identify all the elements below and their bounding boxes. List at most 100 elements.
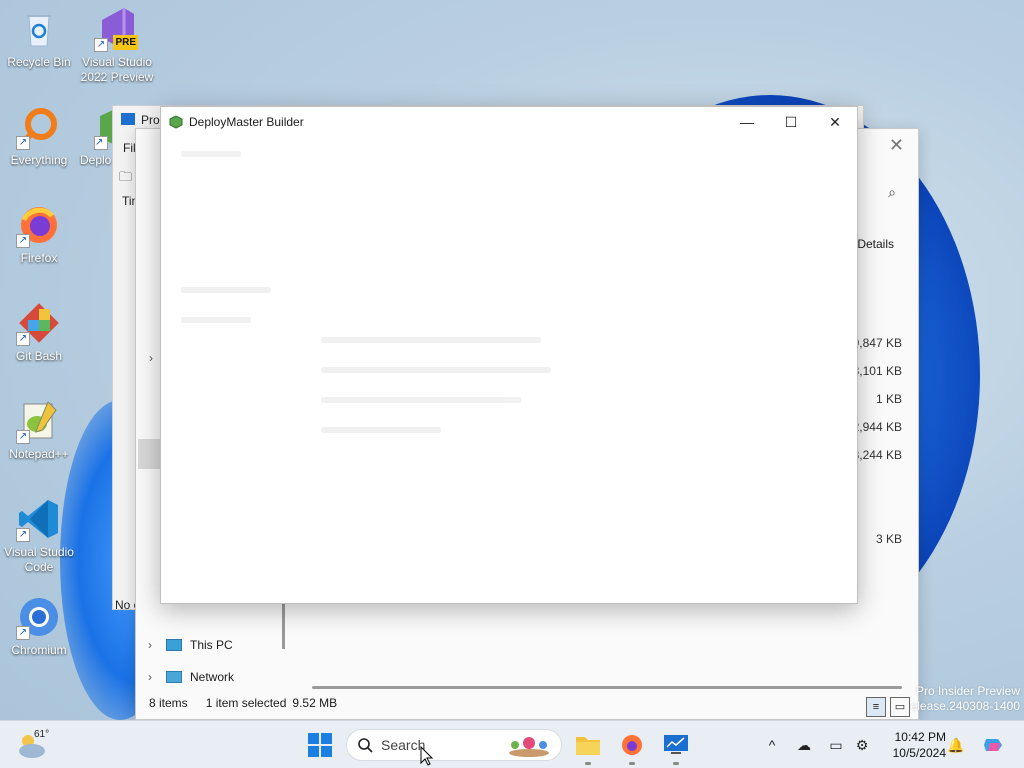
search-highlight-icon (509, 737, 549, 757)
onedrive-offline-icon[interactable]: ☁ (794, 735, 814, 755)
watermark-line: Pro Insider Preview (915, 684, 1020, 698)
system-clock[interactable]: 10:42 PM 10/5/2024 (884, 729, 946, 761)
start-button[interactable] (306, 731, 334, 759)
folder-icon (576, 737, 600, 755)
app-window-icon (121, 113, 135, 125)
desktop-icon-vscode[interactable]: ↗ Visual Studio Code (0, 496, 78, 575)
desktop-icon-recycle-bin[interactable]: Recycle Bin (0, 6, 78, 70)
desktop-icon-label: Firefox (20, 251, 58, 265)
desktop-icon-label: Visual Studio 2022 Preview (80, 55, 154, 84)
selection-size: 9.52 MB (292, 696, 338, 710)
vscode-icon: ↗ (16, 496, 62, 542)
running-indicator (585, 762, 591, 765)
desktop-icon-label: Git Bash (15, 349, 63, 363)
preview-badge: PRE (113, 35, 138, 50)
minimize-icon: — (740, 114, 754, 130)
desktop-icon-firefox[interactable]: ↗ Firefox (0, 202, 78, 266)
desktop-icon-label: Notepad++ (9, 447, 69, 461)
details-view-icon[interactable]: ≡ (866, 697, 886, 717)
desktop-icon-deploymaster[interactable]: ↗ Deplo (78, 104, 112, 168)
background-window-menu[interactable]: Fil (123, 141, 136, 155)
shortcut-arrow-icon: ↗ (16, 136, 30, 150)
explorer-navigation-pane: › This PC › Network (136, 629, 286, 693)
desktop-icon-label: Deplo (80, 153, 112, 167)
running-indicator (673, 762, 679, 765)
speaker-settings-icon[interactable]: ⚙ (852, 735, 872, 755)
shortcut-arrow-icon: ↗ (16, 430, 30, 444)
monitor-chart-icon (664, 735, 688, 754)
minimize-button[interactable]: — (725, 107, 769, 137)
selection-count: 1 item selected (205, 696, 287, 710)
clock-date: 10/5/2024 (892, 746, 946, 760)
notepad-plus-plus-icon: ↗ (16, 398, 62, 444)
item-count: 8 items (149, 696, 188, 710)
taskbar-file-explorer[interactable] (572, 729, 604, 765)
close-icon: ✕ (829, 113, 841, 130)
desktop-icon-everything[interactable]: ↗ Everything (0, 104, 78, 168)
close-button[interactable]: ✕ (813, 107, 857, 137)
copilot-icon (984, 739, 1002, 751)
everything-search-icon: ↗ (16, 104, 62, 150)
notification-bell-icon[interactable]: 🔔 (946, 735, 966, 755)
desktop-icon-label: Visual Studio Code (4, 545, 74, 574)
chevron-right-icon[interactable]: › (148, 670, 158, 684)
chromium-icon: ↗ (16, 594, 62, 640)
shortcut-arrow-icon: ↗ (94, 136, 108, 150)
window-title: DeployMaster Builder (189, 115, 304, 129)
desktop-icon-label: Everything (10, 153, 68, 167)
folder-open-icon[interactable]: 🗀 (119, 168, 132, 190)
window-controls: — ☐ ✕ (725, 107, 857, 137)
weather-temperature: 61° (34, 729, 50, 740)
network-icon (166, 671, 182, 683)
nav-item-label: Network (190, 670, 235, 684)
taskbar: 61° Search ^ ☁ ▭ ⚙ 10:42 PM 10/5/2024 🔔 (0, 720, 1024, 768)
clock-time: 10:42 PM (894, 730, 946, 744)
taskbar-monitor-app[interactable] (660, 729, 692, 765)
visual-studio-preview-icon: PRE ↗ (94, 6, 140, 52)
nav-item-this-pc[interactable]: › This PC (136, 629, 286, 661)
network-display-icon[interactable]: ▭ (826, 735, 846, 755)
deploymaster-builder-window[interactable]: DeployMaster Builder — ☐ ✕ (160, 106, 858, 604)
this-pc-icon (166, 639, 182, 651)
chevron-right-icon[interactable]: › (148, 638, 158, 652)
nav-expand-chevron-icon[interactable]: › (149, 351, 153, 365)
windows-build-watermark: Pro Insider Preview elease.240308-1400 (911, 684, 1020, 714)
git-bash-icon: ↗ (16, 300, 62, 346)
desktop-icon-git-bash[interactable]: ↗ Git Bash (0, 300, 78, 364)
tiles-view-icon[interactable]: ▭ (890, 697, 910, 717)
explorer-search-icon[interactable]: ⌕ (888, 184, 896, 201)
desktop-icon-visual-studio-preview[interactable]: PRE ↗ Visual Studio 2022 Preview (78, 6, 156, 85)
shortcut-arrow-icon: ↗ (94, 38, 108, 52)
desktop-icon-label: Chromium (11, 643, 67, 657)
shortcut-arrow-icon: ↗ (16, 528, 30, 542)
mouse-cursor-icon (420, 746, 434, 766)
desktop-icon-chromium[interactable]: ↗ Chromium (0, 594, 78, 658)
view-toggle: ≡ ▭ (866, 697, 910, 717)
firefox-icon (622, 735, 642, 755)
search-placeholder: Search (381, 737, 426, 753)
search-icon (358, 738, 373, 753)
firefox-icon: ↗ (16, 202, 62, 248)
explorer-status-bar: 8 items 1 item selected 9.52 MB (136, 687, 918, 719)
show-hidden-icons-chevron-icon[interactable]: ^ (762, 735, 782, 755)
windows-logo-icon (308, 733, 332, 757)
maximize-icon: ☐ (784, 113, 798, 130)
deploymaster-app-icon (169, 115, 183, 129)
watermark-line: elease.240308-1400 (910, 699, 1020, 713)
copilot-preview-icon[interactable] (982, 735, 1006, 755)
background-window-title: Pro (141, 113, 160, 127)
desktop-icon-label: Recycle Bin (7, 55, 71, 69)
shortcut-arrow-icon: ↗ (16, 332, 30, 346)
window-content-loading (161, 137, 857, 603)
nav-item-label: This PC (190, 638, 233, 652)
taskbar-firefox[interactable] (616, 729, 648, 765)
taskbar-search-box[interactable]: Search (346, 729, 562, 761)
shortcut-arrow-icon: ↗ (16, 626, 30, 640)
recycle-bin-icon (16, 6, 62, 52)
maximize-button[interactable]: ☐ (769, 107, 813, 137)
details-button[interactable]: Details (857, 237, 894, 251)
shortcut-arrow-icon: ↗ (16, 234, 30, 248)
explorer-close-icon[interactable]: ✕ (889, 135, 904, 156)
desktop-icon-notepad-plus-plus[interactable]: ↗ Notepad++ (0, 398, 78, 462)
weather-widget[interactable]: 61° (14, 729, 54, 761)
